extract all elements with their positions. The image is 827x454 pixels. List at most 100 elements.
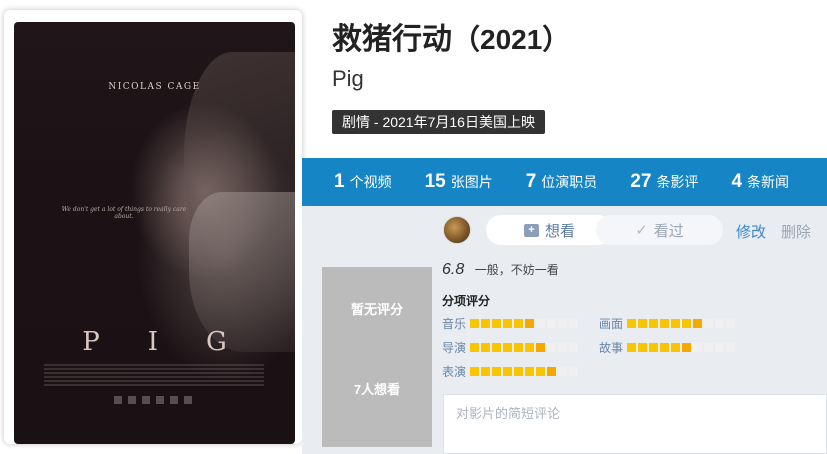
check-icon: ✓ [635, 222, 648, 239]
seen-button[interactable]: ✓ 看过 [596, 215, 723, 245]
stat-images[interactable]: 15 张图片 [425, 171, 493, 193]
rating-segment[interactable] [547, 343, 556, 352]
original-title: Pig [332, 66, 364, 91]
rating-segment[interactable] [682, 319, 691, 328]
rating-segment[interactable] [726, 343, 735, 352]
movie-poster[interactable]: NICOLAS CAGE We don't get a lot of thing… [14, 22, 295, 444]
rating-segment[interactable] [627, 319, 636, 328]
movie-title: 救猪行动（2021） [332, 14, 570, 58]
rating-segment[interactable] [514, 319, 523, 328]
rating-segment[interactable] [693, 343, 702, 352]
rating-segment[interactable] [481, 367, 490, 376]
stat-label: 张图片 [450, 174, 493, 190]
rating-segment[interactable] [470, 367, 479, 376]
rating-segment[interactable] [481, 343, 490, 352]
sub-rating-bar[interactable] [470, 343, 580, 352]
rating-segment[interactable] [704, 343, 713, 352]
stat-label: 条影评 [656, 174, 699, 190]
sub-ratings-title: 分项评分 [442, 294, 491, 308]
stat-number: 4 [731, 171, 743, 192]
sub-rating-label: 画面 [599, 317, 624, 331]
want-to-see-button[interactable]: + 想看 [486, 215, 613, 245]
sub-rating-row[interactable]: 表演 [442, 363, 580, 380]
edit-link[interactable]: 修改 [736, 221, 766, 242]
rating-segment[interactable] [547, 319, 556, 328]
movie-detail-page: NICOLAS CAGE We don't get a lot of thing… [0, 0, 827, 454]
rating-segment[interactable] [682, 343, 691, 352]
rating-segment[interactable] [514, 343, 523, 352]
poster-title: PIG [82, 327, 275, 357]
rating-segment[interactable] [569, 367, 578, 376]
rating-segment[interactable] [536, 319, 545, 328]
stat-number: 15 [424, 171, 446, 192]
sub-rating-label: 故事 [599, 341, 624, 355]
rating-segment[interactable] [649, 319, 658, 328]
stat-news[interactable]: 4 条新闻 [731, 171, 789, 193]
movie-title-text: 救猪行动 [332, 23, 452, 56]
rating-segment[interactable] [492, 367, 501, 376]
sub-rating-bar[interactable] [470, 319, 580, 328]
rating-segment[interactable] [503, 319, 512, 328]
rating-segment[interactable] [514, 367, 523, 376]
rating-segment[interactable] [470, 319, 479, 328]
plus-folder-icon: + [523, 223, 539, 237]
rating-segment[interactable] [638, 343, 647, 352]
sub-rating-bar[interactable] [627, 319, 737, 328]
rating-segment[interactable] [470, 343, 479, 352]
rating-segment[interactable] [525, 343, 534, 352]
rating-segment[interactable] [649, 343, 658, 352]
short-comment-input[interactable]: 对影片的简短评论 [443, 394, 827, 454]
want-label: 想看 [544, 222, 575, 240]
rating-segment[interactable] [547, 367, 556, 376]
user-avatar[interactable] [443, 216, 471, 244]
stat-label: 条新闻 [747, 174, 790, 190]
sub-rating-row[interactable]: 画面 [599, 315, 737, 332]
stat-number: 7 [525, 171, 537, 192]
rating-segment[interactable] [481, 319, 490, 328]
rating-segment[interactable] [569, 343, 578, 352]
rating-segment[interactable] [558, 319, 567, 328]
rating-segment[interactable] [558, 343, 567, 352]
stat-videos[interactable]: 1 个视频 [334, 171, 392, 193]
poster-card: NICOLAS CAGE We don't get a lot of thing… [4, 10, 302, 444]
sub-rating-bar[interactable] [627, 343, 737, 352]
rating-segment[interactable] [536, 343, 545, 352]
rating-segment[interactable] [693, 319, 702, 328]
poster-actor-name: NICOLAS CAGE [108, 82, 201, 92]
stat-cast[interactable]: 7 位演职员 [526, 171, 598, 193]
rating-segment[interactable] [671, 343, 680, 352]
genre-release-tag: 剧情 - 2021年7月16日美国上映 [332, 110, 545, 134]
rating-segment[interactable] [660, 319, 669, 328]
my-rating: 6.8 一般，不妨一看 [442, 261, 559, 279]
score-box: 暂无评分 7人想看 [322, 267, 432, 447]
stat-number: 27 [630, 171, 652, 192]
delete-link[interactable]: 删除 [781, 221, 811, 242]
rating-segment[interactable] [660, 343, 669, 352]
sub-rating-bar[interactable] [470, 367, 580, 376]
rating-segment[interactable] [715, 319, 724, 328]
rating-segment[interactable] [704, 319, 713, 328]
rating-segment[interactable] [525, 319, 534, 328]
rating-segment[interactable] [569, 319, 578, 328]
rating-segment[interactable] [525, 367, 534, 376]
rating-segment[interactable] [726, 319, 735, 328]
stat-label: 个视频 [349, 174, 392, 190]
rating-segment[interactable] [503, 343, 512, 352]
rating-segment[interactable] [627, 343, 636, 352]
rating-value: 6.8 [442, 261, 465, 278]
rating-segment[interactable] [671, 319, 680, 328]
rating-segment[interactable] [558, 367, 567, 376]
rating-segment[interactable] [492, 319, 501, 328]
rating-segment[interactable] [638, 319, 647, 328]
rating-segment[interactable] [503, 367, 512, 376]
seen-label: 看过 [653, 222, 684, 240]
sub-rating-row[interactable]: 音乐 [442, 315, 580, 332]
sub-rating-label: 音乐 [442, 317, 467, 331]
rating-segment[interactable] [715, 343, 724, 352]
sub-rating-row[interactable]: 导演 [442, 339, 580, 356]
sub-rating-row[interactable]: 故事 [599, 339, 737, 356]
stat-label: 位演职员 [541, 174, 598, 190]
rating-segment[interactable] [492, 343, 501, 352]
rating-segment[interactable] [536, 367, 545, 376]
stat-reviews[interactable]: 27 条影评 [630, 171, 698, 193]
